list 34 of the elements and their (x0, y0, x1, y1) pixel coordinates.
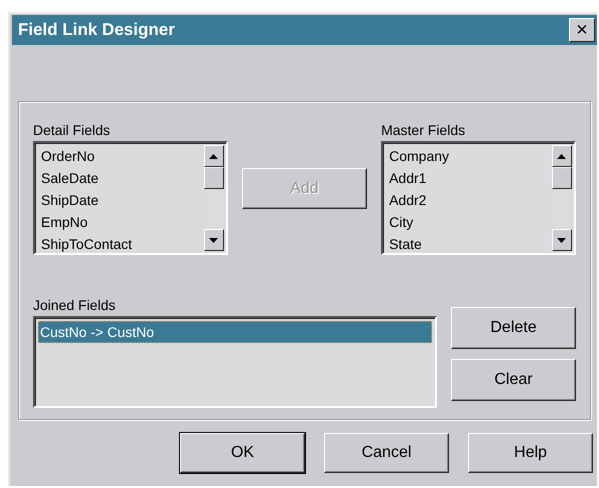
scroll-up-button[interactable] (552, 145, 572, 167)
list-label: Joined Fields (33, 297, 116, 314)
down-arrow-icon (209, 238, 218, 242)
scroll-down-button[interactable] (552, 229, 572, 251)
detail-fields-list[interactable]: OrderNo SaleDate ShipDate EmpNo ShipToContact (33, 141, 228, 255)
window-title: Field Link Designer (18, 19, 175, 42)
down-arrow-icon (557, 238, 566, 242)
joined-fields-list[interactable]: CustNo -> CustNo (33, 316, 437, 408)
list-label: Master Fields (381, 122, 466, 139)
scroll-down-button[interactable] (204, 229, 224, 251)
close-button[interactable]: × (569, 18, 595, 42)
list-item[interactable]: ShipDate (39, 189, 202, 211)
list-item[interactable]: EmpNo (39, 211, 202, 233)
up-arrow-icon (209, 154, 218, 158)
scrollbar-thumb[interactable] (552, 167, 572, 189)
list-item[interactable]: ShipToContact (39, 233, 202, 253)
list-item[interactable]: Company (387, 145, 550, 167)
list-item[interactable]: SaleDate (39, 167, 202, 189)
master-fields-list[interactable]: Company Addr1 Addr2 City State (381, 141, 576, 255)
action-button[interactable]: Delete (451, 307, 576, 349)
list-item[interactable]: Addr1 (387, 167, 550, 189)
dialog-button[interactable]: OK (180, 433, 305, 473)
scroll-up-button[interactable] (204, 145, 224, 167)
up-arrow-icon (557, 154, 566, 158)
list-label: Detail Fields (33, 122, 110, 139)
dialog-button[interactable]: Help (468, 433, 593, 473)
list-item[interactable]: Addr2 (387, 189, 550, 211)
dialog-button[interactable]: Cancel (324, 433, 449, 473)
list-item[interactable]: CustNo -> CustNo (38, 321, 432, 343)
list-item[interactable]: OrderNo (39, 145, 202, 167)
action-button[interactable]: Clear (451, 359, 576, 401)
list-item[interactable]: State (387, 233, 550, 253)
list-item[interactable]: City (387, 211, 550, 233)
scrollbar-thumb[interactable] (204, 167, 224, 189)
